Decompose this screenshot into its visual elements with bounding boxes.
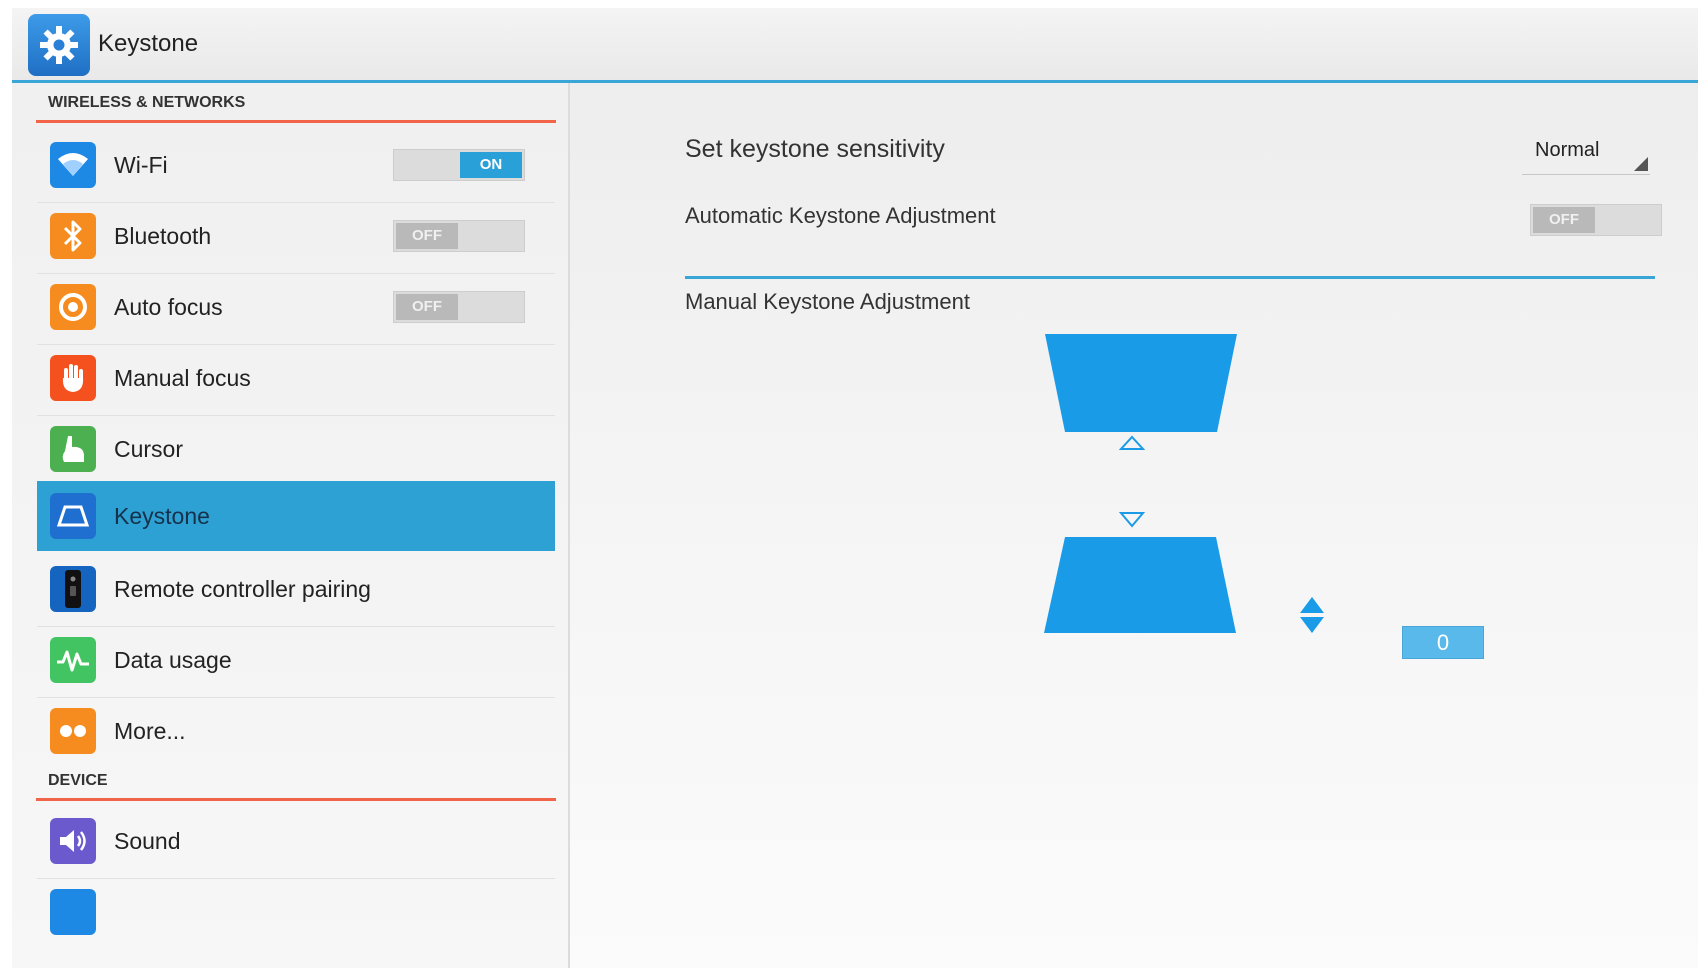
keystone-value-field[interactable]: 0 [1402, 626, 1484, 659]
dropdown-corner-icon [1634, 157, 1648, 171]
cursor-icon [50, 426, 96, 472]
sidebar-item-cursor[interactable]: Cursor [37, 412, 555, 487]
auto-keystone-toggle[interactable]: OFF [1530, 204, 1662, 236]
action-bar: Keystone [12, 8, 1698, 83]
app-title: Keystone [98, 30, 199, 57]
section-divider [685, 276, 1655, 279]
hand-icon [50, 355, 96, 401]
auto-focus-toggle[interactable]: OFF [393, 291, 525, 323]
sensitivity-value: Normal [1535, 139, 1600, 161]
bluetooth-icon [50, 213, 96, 259]
data-usage-icon [50, 637, 96, 683]
sidebar-item-wifi[interactable]: Wi-Fi ON [37, 128, 555, 203]
decrease-arrow-icon[interactable] [1118, 512, 1146, 528]
gear-icon[interactable] [28, 14, 90, 76]
sidebar-item-keystone[interactable]: Keystone [37, 481, 555, 551]
sidebar-item-auto-focus[interactable]: Auto focus OFF [37, 270, 555, 345]
toggle-state: ON [460, 152, 522, 178]
settings-screen: Keystone WIRELESS & NETWORKS Wi-Fi ON Bl… [12, 8, 1698, 968]
keystone-shape-bottom[interactable] [1044, 537, 1236, 633]
sidebar-item-label: Bluetooth [114, 223, 212, 249]
sidebar-item-label: Auto focus [114, 294, 223, 320]
sidebar-item-label: Sound [114, 828, 181, 854]
keystone-settings-panel: Set keystone sensitivity Normal Automati… [570, 83, 1698, 968]
wifi-toggle[interactable]: ON [393, 149, 525, 181]
sound-icon [50, 818, 96, 864]
sidebar-item-label: Keystone [114, 503, 210, 529]
display-icon [50, 889, 96, 935]
manual-keystone-label: Manual Keystone Adjustment [685, 289, 970, 314]
toggle-state: OFF [1533, 207, 1595, 233]
wifi-icon [50, 142, 96, 188]
sidebar-item-more[interactable]: More... [37, 694, 555, 769]
sidebar-item-label: Wi-Fi [114, 152, 168, 178]
stepper-arrows-icon[interactable] [1300, 597, 1324, 633]
remote-icon [50, 566, 96, 612]
bluetooth-toggle[interactable]: OFF [393, 220, 525, 252]
toggle-state: OFF [396, 294, 458, 320]
sidebar-item-bluetooth[interactable]: Bluetooth OFF [37, 199, 555, 274]
section-header-device: DEVICE [36, 761, 556, 801]
sidebar-item-partial[interactable] [37, 875, 555, 950]
sidebar-item-sound[interactable]: Sound [37, 804, 555, 879]
auto-focus-icon [50, 284, 96, 330]
auto-keystone-label: Automatic Keystone Adjustment [685, 203, 996, 228]
section-header-wireless-networks: WIRELESS & NETWORKS [36, 83, 556, 123]
keystone-shape-top[interactable] [1045, 334, 1237, 432]
sidebar-item-label: Data usage [114, 647, 232, 673]
sidebar-item-remote-pairing[interactable]: Remote controller pairing [37, 552, 555, 627]
more-icon [50, 708, 96, 754]
sidebar-item-data-usage[interactable]: Data usage [37, 623, 555, 698]
sidebar-item-label: Cursor [114, 436, 184, 462]
toggle-state: OFF [396, 223, 458, 249]
sensitivity-label: Set keystone sensitivity [685, 135, 945, 163]
keystone-icon [50, 493, 96, 539]
sidebar-item-label: Remote controller pairing [114, 576, 371, 602]
sidebar-item-manual-focus[interactable]: Manual focus [37, 341, 555, 416]
sidebar-item-label: Manual focus [114, 365, 251, 391]
increase-arrow-icon[interactable] [1118, 435, 1146, 450]
sensitivity-dropdown[interactable]: Normal [1522, 136, 1650, 175]
sidebar-item-label: More... [114, 718, 186, 744]
settings-sidebar: WIRELESS & NETWORKS Wi-Fi ON Bluetooth O… [12, 83, 570, 968]
